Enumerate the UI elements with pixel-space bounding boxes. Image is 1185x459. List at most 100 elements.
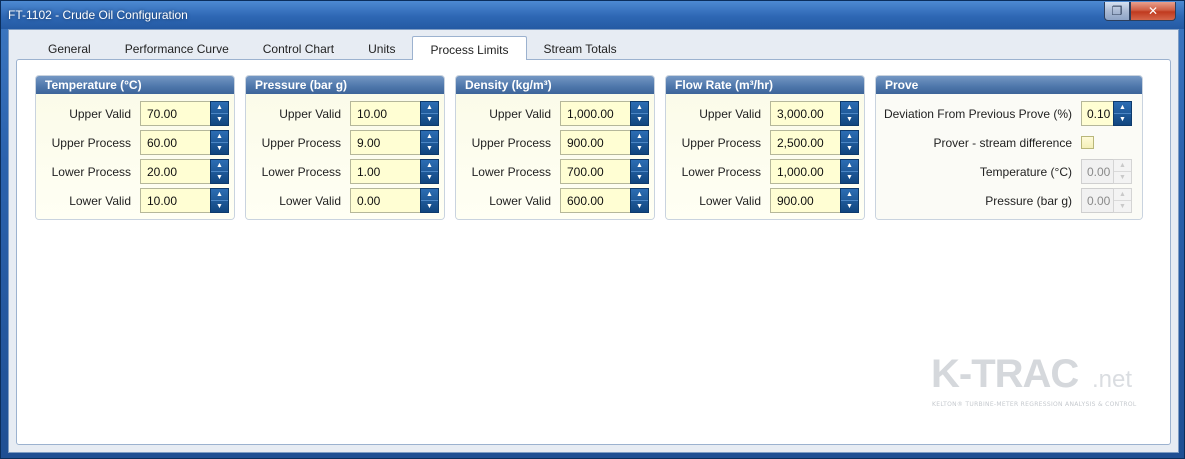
spinner-buttons: ▲ ▼ — [630, 130, 649, 155]
prove-temperature-row: Temperature (°C) 0.00 ▲ ▼ — [876, 157, 1142, 186]
chevron-up-icon[interactable]: ▲ — [1114, 102, 1131, 114]
chevron-up-icon[interactable]: ▲ — [421, 189, 438, 201]
pressure-lower-process-spinner[interactable]: 1.00 ▲ ▼ — [350, 159, 439, 184]
chevron-up-icon[interactable]: ▲ — [421, 160, 438, 172]
flow-rate-lower-valid-spinner[interactable]: 900.00 ▲ ▼ — [770, 188, 859, 213]
tab-control-chart[interactable]: Control Chart — [246, 36, 351, 60]
chevron-down-icon[interactable]: ▼ — [1114, 114, 1131, 125]
flow-rate-upper-valid-spinner[interactable]: 3,000.00 ▲ ▼ — [770, 101, 859, 126]
chevron-down-icon[interactable]: ▼ — [211, 143, 228, 154]
chevron-up-icon[interactable]: ▲ — [631, 160, 648, 172]
chevron-down-icon[interactable]: ▼ — [631, 172, 648, 183]
temperature-upper-valid-input[interactable]: 70.00 — [140, 101, 210, 126]
chevron-down-icon[interactable]: ▼ — [841, 114, 858, 125]
chevron-down-icon[interactable]: ▼ — [631, 143, 648, 154]
chevron-down-icon[interactable]: ▼ — [211, 114, 228, 125]
tab-stream-totals[interactable]: Stream Totals — [527, 36, 634, 60]
temperature-upper-process-input[interactable]: 60.00 — [140, 130, 210, 155]
field-label: Temperature (°C) — [979, 164, 1072, 179]
chevron-down-icon[interactable]: ▼ — [841, 201, 858, 212]
flow-rate-lower-valid-input[interactable]: 900.00 — [770, 188, 840, 213]
field-label: Prover - stream difference — [933, 135, 1073, 150]
chevron-up-icon[interactable]: ▲ — [841, 189, 858, 201]
prove-deviation-input[interactable]: 0.10 — [1081, 101, 1113, 126]
temperature-upper-process-spinner[interactable]: 60.00 ▲ ▼ — [140, 130, 229, 155]
restore-button[interactable]: ❐ — [1104, 2, 1130, 21]
chevron-down-icon[interactable]: ▼ — [421, 143, 438, 154]
chevron-up-icon[interactable]: ▲ — [211, 160, 228, 172]
temperature-upper-process-row: Upper Process 60.00 ▲ ▼ — [36, 128, 234, 157]
chevron-up-icon: ▲ — [1114, 160, 1131, 172]
density-lower-valid-input[interactable]: 600.00 — [560, 188, 630, 213]
chevron-up-icon[interactable]: ▲ — [211, 189, 228, 201]
pressure-group-title: Pressure (bar g) — [246, 76, 444, 94]
chevron-up-icon[interactable]: ▲ — [211, 102, 228, 114]
chevron-down-icon[interactable]: ▼ — [211, 172, 228, 183]
spinner-buttons: ▲ ▼ — [210, 101, 229, 126]
chevron-up-icon[interactable]: ▲ — [841, 160, 858, 172]
flow-rate-upper-process-spinner[interactable]: 2,500.00 ▲ ▼ — [770, 130, 859, 155]
chevron-up-icon[interactable]: ▲ — [631, 131, 648, 143]
prove-deviation-spinner[interactable]: 0.10 ▲ ▼ — [1081, 101, 1132, 126]
chevron-down-icon[interactable]: ▼ — [631, 201, 648, 212]
density-upper-process-input[interactable]: 900.00 — [560, 130, 630, 155]
density-lower-process-spinner[interactable]: 700.00 ▲ ▼ — [560, 159, 649, 184]
chevron-down-icon[interactable]: ▼ — [841, 143, 858, 154]
flow-rate-lower-process-spinner[interactable]: 1,000.00 ▲ ▼ — [770, 159, 859, 184]
temperature-upper-valid-spinner[interactable]: 70.00 ▲ ▼ — [140, 101, 229, 126]
pressure-lower-valid-row: Lower Valid 0.00 ▲ ▼ — [246, 186, 444, 215]
tab-performance-curve[interactable]: Performance Curve — [108, 36, 246, 60]
spinner-buttons: ▲ ▼ — [420, 188, 439, 213]
title-bar[interactable]: FT-1102 - Crude Oil Configuration ❐ ✕ — [1, 1, 1184, 29]
temperature-lower-valid-spinner[interactable]: 10.00 ▲ ▼ — [140, 188, 229, 213]
chevron-up-icon[interactable]: ▲ — [841, 131, 858, 143]
prover-stream-difference-checkbox[interactable] — [1081, 136, 1094, 149]
close-icon: ✕ — [1147, 4, 1159, 18]
spinner-buttons: ▲ ▼ — [1113, 101, 1132, 126]
chevron-up-icon[interactable]: ▲ — [211, 131, 228, 143]
tab-general[interactable]: General — [31, 36, 108, 60]
spinner-buttons: ▲ ▼ — [420, 159, 439, 184]
chevron-down-icon[interactable]: ▼ — [631, 114, 648, 125]
temperature-lower-process-input[interactable]: 20.00 — [140, 159, 210, 184]
density-lower-valid-spinner[interactable]: 600.00 ▲ ▼ — [560, 188, 649, 213]
density-upper-process-spinner[interactable]: 900.00 ▲ ▼ — [560, 130, 649, 155]
tab-process-limits[interactable]: Process Limits — [412, 36, 527, 60]
pressure-lower-valid-input[interactable]: 0.00 — [350, 188, 420, 213]
chevron-up-icon[interactable]: ▲ — [631, 102, 648, 114]
spinner-buttons: ▲ ▼ — [840, 130, 859, 155]
pressure-lower-process-input[interactable]: 1.00 — [350, 159, 420, 184]
pressure-upper-process-input[interactable]: 9.00 — [350, 130, 420, 155]
chevron-up-icon[interactable]: ▲ — [631, 189, 648, 201]
close-button[interactable]: ✕ — [1130, 2, 1176, 21]
chevron-up-icon[interactable]: ▲ — [421, 131, 438, 143]
density-upper-valid-input[interactable]: 1,000.00 — [560, 101, 630, 126]
density-group-title: Density (kg/m³) — [456, 76, 654, 94]
pressure-upper-valid-spinner[interactable]: 10.00 ▲ ▼ — [350, 101, 439, 126]
flow-rate-lower-process-input[interactable]: 1,000.00 — [770, 159, 840, 184]
chevron-down-icon[interactable]: ▼ — [421, 172, 438, 183]
flow-rate-upper-valid-input[interactable]: 3,000.00 — [770, 101, 840, 126]
pressure-upper-process-spinner[interactable]: 9.00 ▲ ▼ — [350, 130, 439, 155]
flow-rate-upper-process-input[interactable]: 2,500.00 — [770, 130, 840, 155]
field-label: Lower Process — [471, 164, 551, 179]
chevron-up-icon[interactable]: ▲ — [421, 102, 438, 114]
chevron-up-icon[interactable]: ▲ — [841, 102, 858, 114]
chevron-down-icon[interactable]: ▼ — [211, 201, 228, 212]
chevron-down-icon[interactable]: ▼ — [421, 114, 438, 125]
temperature-group: Temperature (°C) Upper Valid 70.00 ▲ ▼ Up… — [35, 75, 235, 220]
spinner-buttons: ▲ ▼ — [840, 159, 859, 184]
tab-units[interactable]: Units — [351, 36, 412, 60]
chevron-down-icon[interactable]: ▼ — [841, 172, 858, 183]
flow-rate-upper-valid-row: Upper Valid 3,000.00 ▲ ▼ — [666, 99, 864, 128]
temperature-lower-valid-input[interactable]: 10.00 — [140, 188, 210, 213]
field-label: Upper Process — [681, 135, 761, 150]
field-label: Deviation From Previous Prove (%) — [883, 106, 1072, 121]
density-lower-process-input[interactable]: 700.00 — [560, 159, 630, 184]
field-label: Upper Valid — [69, 106, 131, 121]
temperature-lower-process-spinner[interactable]: 20.00 ▲ ▼ — [140, 159, 229, 184]
density-upper-valid-spinner[interactable]: 1,000.00 ▲ ▼ — [560, 101, 649, 126]
pressure-upper-valid-input[interactable]: 10.00 — [350, 101, 420, 126]
chevron-down-icon[interactable]: ▼ — [421, 201, 438, 212]
pressure-lower-valid-spinner[interactable]: 0.00 ▲ ▼ — [350, 188, 439, 213]
